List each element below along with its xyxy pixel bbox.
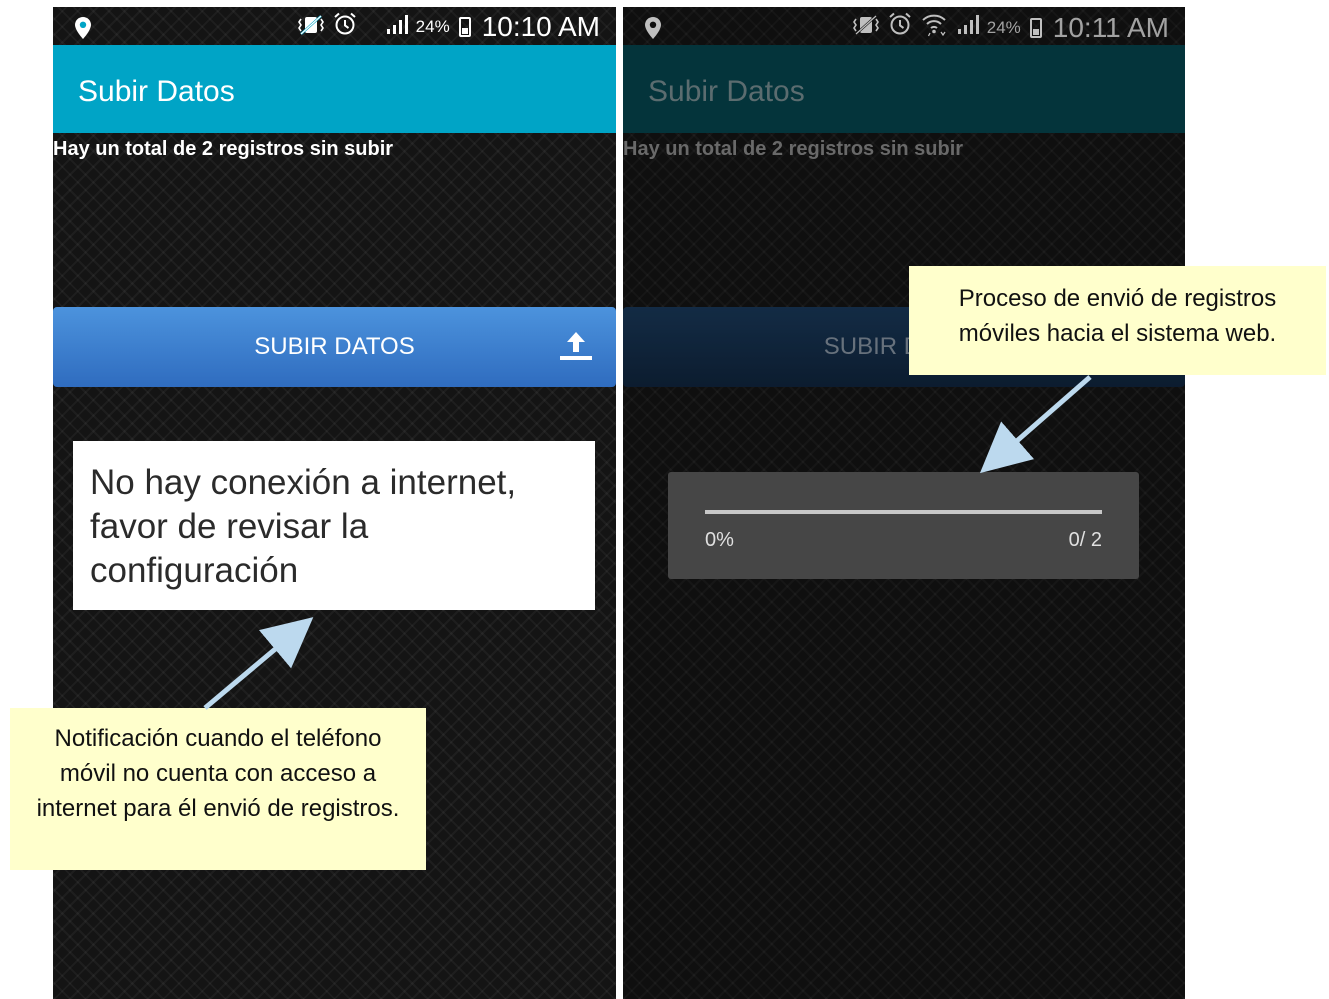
arrow-to-toast bbox=[203, 617, 314, 710]
arrow-to-progress bbox=[979, 375, 1092, 474]
annotation-arrows bbox=[203, 375, 1092, 710]
